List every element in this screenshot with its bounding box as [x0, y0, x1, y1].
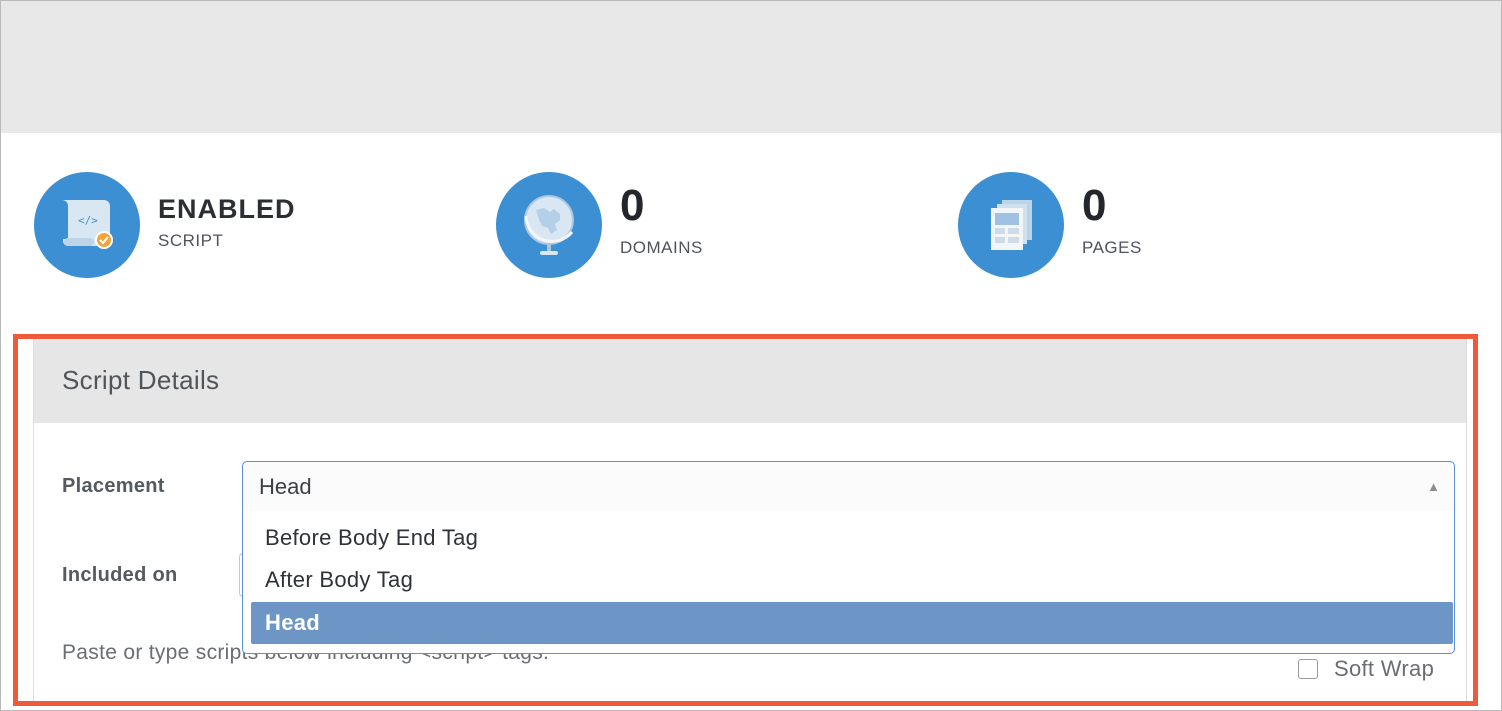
option-after-body-tag[interactable]: After Body Tag — [243, 559, 1454, 601]
stat-label: SCRIPT — [158, 231, 224, 250]
placement-select[interactable]: Head ▲ — [242, 461, 1455, 512]
option-before-body-end-tag[interactable]: Before Body End Tag — [243, 517, 1454, 559]
stat-value: 0 — [620, 181, 645, 230]
stat-label: PAGES — [1082, 238, 1142, 257]
option-head[interactable]: Head — [251, 602, 1453, 644]
globe-icon — [496, 172, 602, 278]
placement-options: Before Body End Tag After Body Tag Head — [242, 511, 1455, 654]
stat-script: </> ENABLED SCRIPT — [34, 172, 296, 278]
svg-text:</>: </> — [78, 214, 98, 227]
stat-domains: 0 DOMAINS — [496, 172, 703, 278]
top-band — [1, 1, 1501, 133]
pages-icon — [958, 172, 1064, 278]
script-scroll-icon: </> — [34, 172, 140, 278]
caret-up-icon: ▲ — [1427, 479, 1440, 494]
stat-label: DOMAINS — [620, 238, 703, 257]
stat-pages: 0 PAGES — [958, 172, 1142, 278]
stat-value: 0 — [1082, 181, 1107, 230]
stat-value: ENABLED — [158, 194, 296, 224]
placement-select-value: Head — [259, 473, 312, 499]
